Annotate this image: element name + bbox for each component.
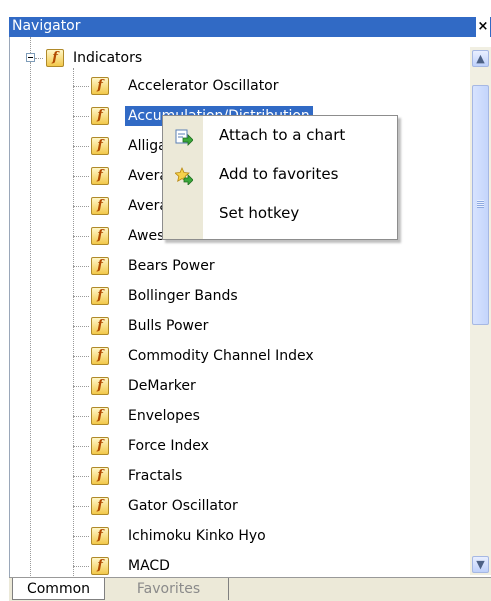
tree-item[interactable]: Commodity Channel Index bbox=[128, 346, 314, 366]
tree-guide-line bbox=[73, 326, 89, 327]
function-icon: f bbox=[91, 497, 109, 515]
scroll-up-icon[interactable]: ▲ bbox=[472, 50, 489, 67]
tree-item[interactable]: MACD bbox=[128, 556, 170, 576]
tree-guide-line bbox=[73, 86, 89, 87]
tree-item[interactable]: Envelopes bbox=[128, 406, 200, 426]
navigator-title-bar[interactable]: Navigator × bbox=[9, 17, 491, 37]
function-icon: f bbox=[91, 167, 109, 185]
grip-icon bbox=[477, 200, 484, 208]
tree-item[interactable]: Accelerator Oscillator bbox=[128, 76, 279, 96]
tree-guide-line bbox=[73, 386, 89, 387]
function-icon: f bbox=[91, 257, 109, 275]
tree-guide-line bbox=[73, 116, 89, 117]
tree-guide-line bbox=[73, 356, 89, 357]
tree-guide-line bbox=[73, 206, 89, 207]
tree-guide-line bbox=[73, 266, 89, 267]
function-icon: f bbox=[91, 407, 109, 425]
context-menu: Attach to a chart Add to favorites Set h… bbox=[162, 115, 398, 240]
function-icon: f bbox=[91, 107, 109, 125]
menu-item-attach-to-chart[interactable]: Attach to a chart bbox=[163, 118, 397, 156]
menu-item-set-hotkey[interactable]: Set hotkey bbox=[163, 196, 397, 234]
function-icon: f bbox=[91, 437, 109, 455]
tree-guide-line bbox=[73, 296, 89, 297]
tree-item[interactable]: Bulls Power bbox=[128, 316, 208, 336]
function-icon: f bbox=[91, 287, 109, 305]
tree-item[interactable]: DeMarker bbox=[128, 376, 196, 396]
tree-guide-line bbox=[35, 58, 43, 59]
favorites-star-icon bbox=[175, 167, 193, 185]
tree-guide-line bbox=[73, 506, 89, 507]
tree-item[interactable]: Bears Power bbox=[128, 256, 215, 276]
attach-chart-icon bbox=[175, 129, 193, 146]
function-icon: f bbox=[91, 557, 109, 575]
tree-item[interactable]: Ichimoku Kinko Hyo bbox=[128, 526, 266, 546]
function-icon: f bbox=[91, 377, 109, 395]
function-icon: f bbox=[46, 49, 64, 67]
tab-common[interactable]: Common bbox=[12, 578, 105, 600]
tree-guide-line bbox=[73, 416, 89, 417]
tree-item[interactable]: Force Index bbox=[128, 436, 209, 456]
function-icon: f bbox=[91, 317, 109, 335]
tree-guide-line bbox=[30, 37, 31, 53]
function-icon: f bbox=[91, 527, 109, 545]
tree-item[interactable]: Fractals bbox=[128, 466, 182, 486]
collapse-toggle-icon[interactable] bbox=[26, 53, 35, 62]
function-icon: f bbox=[91, 467, 109, 485]
function-icon: f bbox=[91, 137, 109, 155]
scroll-down-icon[interactable]: ▼ bbox=[472, 556, 489, 573]
tree-root-indicators[interactable]: Indicators bbox=[73, 48, 142, 68]
close-icon[interactable]: × bbox=[476, 17, 490, 37]
tree-guide-line bbox=[73, 68, 74, 577]
tree-guide-line bbox=[30, 62, 31, 577]
function-icon: f bbox=[91, 77, 109, 95]
tree-item[interactable]: Bollinger Bands bbox=[128, 286, 238, 306]
menu-item-label: Set hotkey bbox=[219, 204, 300, 222]
tree-guide-line bbox=[73, 566, 89, 567]
function-icon: f bbox=[91, 227, 109, 245]
tree-guide-line bbox=[73, 176, 89, 177]
tree-guide-line bbox=[73, 446, 89, 447]
tree-guide-line bbox=[73, 146, 89, 147]
scroll-thumb[interactable] bbox=[472, 85, 489, 325]
tree-guide-line bbox=[73, 536, 89, 537]
vertical-scrollbar[interactable]: ▲ ▼ bbox=[470, 47, 491, 575]
function-icon: f bbox=[91, 347, 109, 365]
menu-item-label: Add to favorites bbox=[219, 165, 339, 183]
tree-item[interactable]: Gator Oscillator bbox=[128, 496, 238, 516]
menu-item-label: Attach to a chart bbox=[219, 126, 346, 144]
window-title: Navigator bbox=[12, 18, 81, 34]
tree-guide-line bbox=[73, 236, 89, 237]
menu-item-add-to-favorites[interactable]: Add to favorites bbox=[163, 157, 397, 195]
tree-guide-line bbox=[73, 476, 89, 477]
navigator-tabs: Common Favorites bbox=[9, 577, 491, 601]
function-icon: f bbox=[91, 197, 109, 215]
tab-favorites[interactable]: Favorites bbox=[109, 578, 229, 600]
